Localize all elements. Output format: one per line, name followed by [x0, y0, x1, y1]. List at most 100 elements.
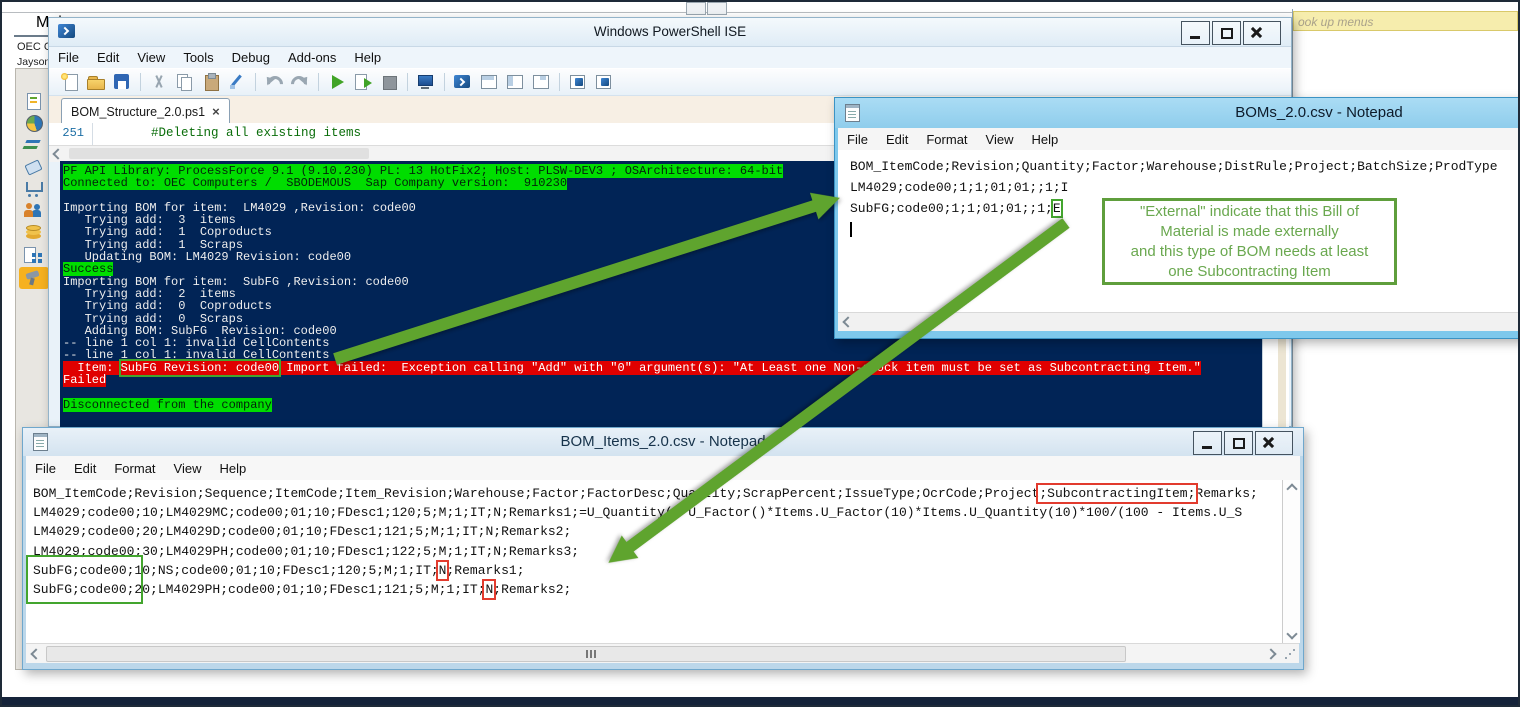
items-horizontal-scrollbar[interactable]: [26, 643, 1299, 663]
maximize-button[interactable]: [1224, 431, 1253, 455]
background-bottom-bar: [2, 697, 1518, 705]
text-line: BOM_ItemCode;Revision;Sequence;ItemCode;…: [33, 484, 1282, 503]
tab-bom-structure-script[interactable]: BOM_Structure_2.0.ps1 ×: [61, 98, 230, 124]
background-label-user: Jayson: [17, 56, 50, 68]
notepad-bom-items-window: BOM_Items_2.0.csv - Notepad FileEditForm…: [22, 427, 1304, 670]
background-label-company: OEC C: [17, 41, 52, 53]
new-powershell-tab-icon[interactable]: [568, 72, 588, 92]
text-caret: [850, 222, 852, 237]
copy-icon[interactable]: [175, 72, 195, 92]
layout-editor-icon[interactable]: [531, 72, 551, 92]
cart-icon[interactable]: [19, 179, 49, 199]
ise-menu-tools[interactable]: Tools: [174, 48, 222, 67]
items-menu-format[interactable]: Format: [105, 459, 164, 478]
text-line: SubFG;code00;10;NS;code00;01;10;FDesc1;1…: [33, 561, 1282, 580]
ise-menu-add-ons[interactable]: Add-ons: [279, 48, 345, 67]
new-remote-tab-icon[interactable]: [594, 72, 614, 92]
external-bom-annotation: "External" indicate that this Bill ofMat…: [1102, 198, 1397, 285]
close-button[interactable]: [1243, 21, 1281, 45]
scroll-left-icon[interactable]: [30, 648, 41, 659]
paste-icon[interactable]: [201, 72, 221, 92]
stop-icon[interactable]: [379, 72, 399, 92]
boms-menu-help[interactable]: Help: [1022, 130, 1067, 149]
modules-icon[interactable]: [19, 245, 49, 265]
pie-chart-icon[interactable]: [19, 113, 49, 133]
text-line: Failed: [63, 374, 1262, 386]
layout-split-icon[interactable]: [505, 72, 525, 92]
background-window-control[interactable]: [707, 2, 727, 15]
remote-powershell-icon[interactable]: [416, 72, 436, 92]
editor-line-number: 251: [49, 123, 93, 145]
boms-menu-file[interactable]: File: [838, 130, 877, 149]
separator: [255, 73, 256, 91]
undo-icon[interactable]: [264, 72, 284, 92]
new-script-icon[interactable]: [60, 72, 80, 92]
ise-menu-debug[interactable]: Debug: [223, 48, 279, 67]
items-menu-file[interactable]: File: [26, 459, 65, 478]
background-window-control[interactable]: [686, 2, 706, 15]
report-icon[interactable]: [19, 91, 49, 111]
items-menu-edit[interactable]: Edit: [65, 459, 105, 478]
text-line: Disconnected from the company: [63, 399, 1262, 411]
coins-icon[interactable]: [19, 223, 49, 243]
notepad-icon: [845, 104, 860, 122]
powershell-console-icon[interactable]: [453, 72, 473, 92]
scroll-left-icon[interactable]: [52, 148, 63, 159]
boms-menubar: FileEditFormatViewHelp: [838, 128, 1520, 150]
scrollbar-thumb[interactable]: [46, 646, 1126, 662]
items-menubar: FileEditFormatViewHelp: [26, 456, 1300, 480]
background-window-edge: [2, 12, 1518, 13]
redo-icon[interactable]: [290, 72, 310, 92]
scanner-icon[interactable]: [19, 267, 49, 289]
text-line: and this type of BOM needs at least: [1105, 242, 1394, 262]
items-text-area[interactable]: BOM_ItemCode;Revision;Sequence;ItemCode;…: [26, 480, 1282, 643]
scroll-left-icon[interactable]: [842, 316, 853, 327]
separator: [140, 73, 141, 91]
run-icon[interactable]: [327, 72, 347, 92]
ise-window-title: Windows PowerShell ISE: [49, 18, 1291, 45]
open-icon[interactable]: [86, 72, 106, 92]
boms-menu-view[interactable]: View: [977, 130, 1023, 149]
minimize-button[interactable]: [1193, 431, 1222, 455]
users-icon[interactable]: [19, 201, 49, 221]
notepad-icon: [33, 433, 48, 451]
cut-icon[interactable]: [149, 72, 169, 92]
screenshot-canvas: Main OEC C Jayson ook up menus Windows P…: [0, 0, 1520, 707]
boms-menu-format[interactable]: Format: [917, 130, 976, 149]
separator: [444, 73, 445, 91]
boms-titlebar: BOMs_2.0.csv - Notepad: [835, 98, 1520, 128]
tab-close-icon[interactable]: ×: [212, 104, 220, 119]
ise-menu-file[interactable]: File: [49, 48, 88, 67]
exchange-icon[interactable]: [19, 135, 49, 155]
scrollbar-thumb[interactable]: [69, 148, 369, 159]
boms-menu-edit[interactable]: Edit: [877, 130, 917, 149]
run-selection-icon[interactable]: [353, 72, 373, 92]
close-button[interactable]: [1255, 431, 1293, 455]
resize-grip-icon[interactable]: [1285, 649, 1295, 659]
layout-top-icon[interactable]: [479, 72, 499, 92]
powershell-app-icon: [58, 24, 75, 38]
ise-titlebar: Windows PowerShell ISE: [49, 18, 1291, 47]
items-menu-help[interactable]: Help: [210, 459, 255, 478]
ise-menu-help[interactable]: Help: [345, 48, 390, 67]
tags-icon[interactable]: [19, 157, 49, 177]
boms-window-title: BOMs_2.0.csv - Notepad: [835, 98, 1520, 128]
save-icon[interactable]: [112, 72, 132, 92]
scroll-right-icon[interactable]: [1265, 648, 1276, 659]
items-menu-view[interactable]: View: [165, 459, 211, 478]
items-vertical-scrollbar[interactable]: [1282, 480, 1300, 643]
lookup-menus-input[interactable]: ook up menus: [1293, 11, 1518, 31]
scroll-down-icon[interactable]: [1286, 628, 1297, 639]
ise-toolbar: [49, 68, 1291, 96]
ise-menu-view[interactable]: View: [128, 48, 174, 67]
minimize-button[interactable]: [1181, 21, 1210, 45]
text-line: LM4029;code00;30;LM4029PH;code00;01;10;F…: [33, 542, 1282, 561]
scrollbar-grip: [586, 650, 588, 658]
editor-comment-line: #Deleting all existing items: [93, 123, 361, 145]
scroll-up-icon[interactable]: [1286, 483, 1297, 494]
ise-menu-edit[interactable]: Edit: [88, 48, 128, 67]
text-line: one Subcontracting Item: [1105, 262, 1394, 282]
clear-icon[interactable]: [227, 72, 247, 92]
maximize-button[interactable]: [1212, 21, 1241, 45]
text-line: LM4029;code00;1;1;01;01;;1;I: [850, 177, 1520, 198]
